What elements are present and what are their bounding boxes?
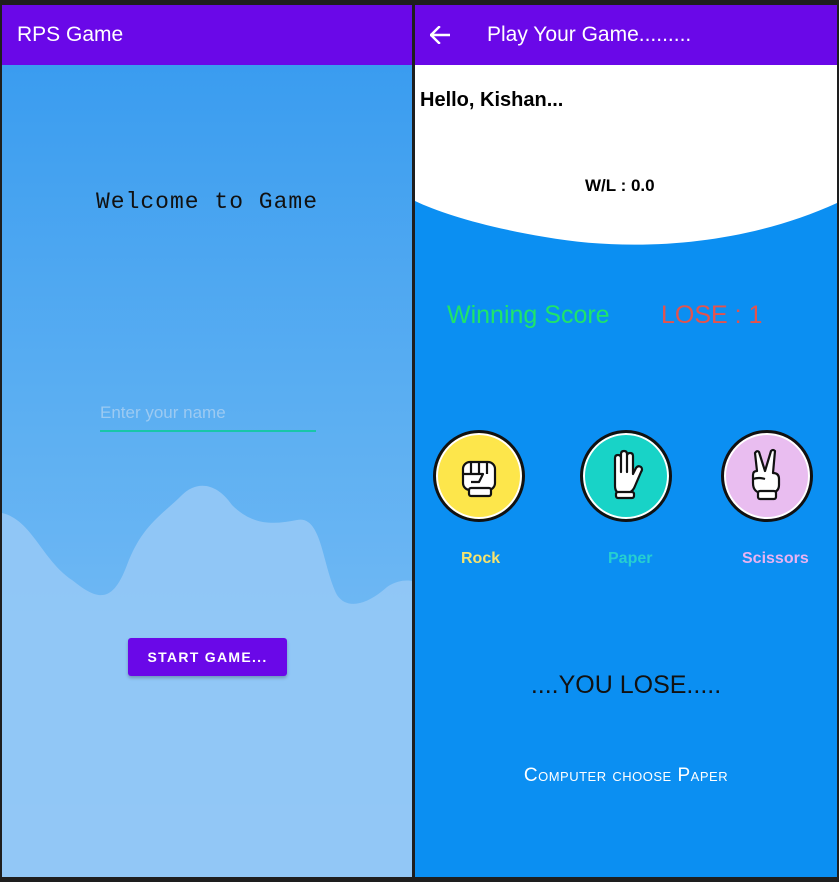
app-title: Play Your Game......... (487, 23, 692, 46)
paper-label: Paper (608, 550, 653, 567)
rock-label: Rock (461, 550, 501, 567)
fist-icon (457, 450, 501, 503)
back-arrow-icon[interactable] (415, 5, 465, 65)
win-loss-ratio: W/L : 0.0 (585, 176, 655, 195)
start-game-button[interactable]: START GAME... (128, 638, 287, 676)
welcome-heading: Welcome to Game (95, 189, 319, 215)
rock-button[interactable] (433, 430, 525, 522)
scissors-button[interactable] (721, 430, 813, 522)
background-wave (2, 485, 412, 877)
greeting-text: Hello, Kishan... (420, 89, 564, 111)
open-hand-icon (603, 448, 649, 505)
scissors-label: Scissors (742, 550, 809, 567)
app-bar: Play Your Game......... (415, 5, 837, 65)
name-input[interactable] (100, 400, 316, 432)
lose-score-label: LOSE : 1 (661, 301, 763, 329)
winning-score-label: Winning Score (447, 301, 610, 329)
paper-button[interactable] (580, 430, 672, 522)
welcome-screen: RPS Game Welcome to Game START GAME... (2, 5, 412, 877)
game-screen: Play Your Game......... Hello, Kishan...… (415, 5, 837, 877)
computer-choice-text: Computer choose Paper (523, 765, 729, 786)
victory-hand-icon (745, 447, 789, 506)
result-text: ....YOU LOSE..... (530, 671, 722, 699)
